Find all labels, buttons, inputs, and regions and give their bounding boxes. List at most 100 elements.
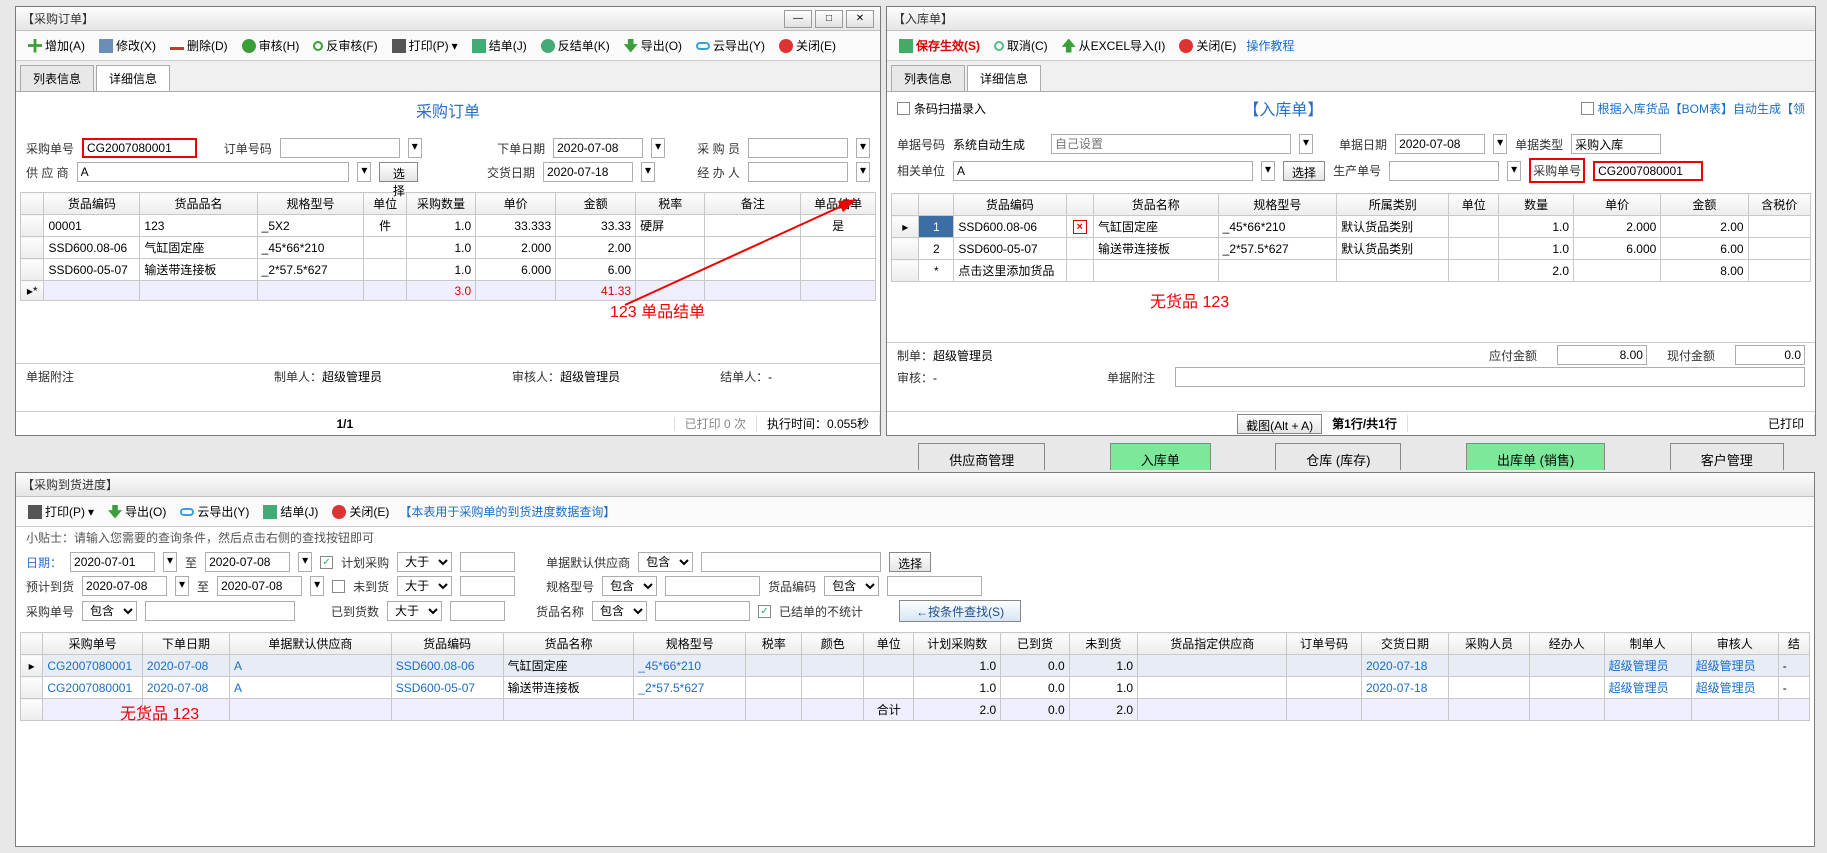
col-qty[interactable]: 数量: [1499, 194, 1574, 216]
doc-type-field[interactable]: [1571, 134, 1661, 154]
table-row[interactable]: ▸1SSD600.08-06×气缸固定座_45*66*210默认货品类别1.02…: [892, 216, 1811, 238]
save-button[interactable]: 保存生效(S): [895, 35, 984, 56]
unarr-op[interactable]: 大于: [397, 576, 452, 596]
search-button[interactable]: ←按条件查找(S): [899, 600, 1021, 622]
calendar-icon[interactable]: ▾: [651, 138, 665, 158]
col-spec[interactable]: 规格型号: [257, 193, 364, 215]
dropdown-icon[interactable]: ▾: [1261, 161, 1275, 181]
col-code[interactable]: 货品编码: [954, 194, 1066, 216]
settled-checkbox[interactable]: [758, 605, 771, 618]
code-value[interactable]: [887, 576, 982, 596]
close-button[interactable]: ✕: [846, 10, 874, 28]
col-name[interactable]: 货品品名: [140, 193, 257, 215]
cancel-button[interactable]: 取消(C): [990, 35, 1052, 56]
nav-customer[interactable]: 客户管理: [1670, 443, 1784, 471]
dropdown-icon[interactable]: ▾: [1507, 161, 1521, 181]
items-table[interactable]: 货品编码 货品名称 规格型号 所属类别 单位 数量 单价 金额 含税价 ▸1SS…: [891, 193, 1811, 282]
name-value[interactable]: [655, 601, 750, 621]
expect-from[interactable]: [82, 576, 167, 596]
unaudit-button[interactable]: 反审核(F): [309, 35, 381, 56]
import-button[interactable]: 从EXCEL导入(I): [1058, 35, 1170, 56]
arr-op[interactable]: 大于: [387, 601, 442, 621]
col-code[interactable]: 货品编码: [44, 193, 140, 215]
nav-outbound[interactable]: 出库单 (销售): [1466, 443, 1605, 471]
add-button[interactable]: 增加(A): [24, 35, 89, 56]
col-amt[interactable]: 金额: [1661, 194, 1748, 216]
name-op[interactable]: 包含: [592, 601, 647, 621]
code-op[interactable]: 包含: [824, 576, 879, 596]
nav-inbound[interactable]: 入库单: [1110, 443, 1211, 471]
select-unit-button[interactable]: 选择: [1283, 161, 1325, 181]
close-toolbar-button[interactable]: 关闭(E): [775, 35, 840, 56]
cloud-export-button[interactable]: 云导出(Y): [176, 501, 253, 522]
print-button[interactable]: 打印(P) ▾: [388, 35, 462, 56]
po-op[interactable]: 包含: [82, 601, 137, 621]
col-amt[interactable]: 金额: [556, 193, 636, 215]
window-title-bar[interactable]: 【采购到货进度】: [16, 473, 1814, 497]
delete-row-icon[interactable]: ×: [1073, 220, 1087, 234]
supplier-field[interactable]: [77, 162, 350, 182]
dropdown-icon[interactable]: ▾: [408, 138, 422, 158]
buyer-field[interactable]: [748, 138, 848, 158]
col-price[interactable]: 单价: [1574, 194, 1661, 216]
col-taxprice[interactable]: 含税价: [1748, 194, 1810, 216]
window-title-bar[interactable]: 【采购订单】 — □ ✕: [16, 7, 880, 31]
dropdown-icon[interactable]: ▾: [856, 162, 870, 182]
calendar-icon[interactable]: ▾: [1493, 134, 1507, 154]
doc-date-field[interactable]: [1395, 134, 1485, 154]
delete-button[interactable]: 删除(D): [166, 35, 232, 56]
rel-unit-field[interactable]: [953, 161, 1253, 181]
plan-value[interactable]: [460, 552, 515, 572]
help-link[interactable]: 操作教程: [1246, 37, 1294, 54]
dropdown-icon[interactable]: ▾: [357, 162, 371, 182]
order-date-field[interactable]: [553, 138, 643, 158]
audit-button[interactable]: 审核(H): [238, 35, 304, 56]
table-row[interactable]: SSD600.08-06气缸固定座_45*66*2101.02.0002.00: [21, 237, 876, 259]
order-no-field[interactable]: [280, 138, 400, 158]
handler-field[interactable]: [748, 162, 848, 182]
bom-link[interactable]: 根据入库货品【BOM表】自动生成【领: [1598, 100, 1805, 117]
select-supplier-button[interactable]: 选择: [379, 162, 418, 182]
cloud-export-button[interactable]: 云导出(Y): [692, 35, 769, 56]
unarr-checkbox[interactable]: [332, 580, 345, 593]
col-cat[interactable]: 所属类别: [1337, 194, 1449, 216]
date-from[interactable]: [70, 552, 155, 572]
plan-checkbox[interactable]: [320, 556, 333, 569]
tab-list[interactable]: 列表信息: [891, 65, 965, 91]
col-price[interactable]: 单价: [476, 193, 556, 215]
export-button[interactable]: 导出(O): [104, 501, 170, 522]
tab-list[interactable]: 列表信息: [20, 65, 94, 91]
unarr-value[interactable]: [460, 576, 515, 596]
col-spec[interactable]: 规格型号: [1218, 194, 1336, 216]
arr-value[interactable]: [450, 601, 505, 621]
settle-button[interactable]: 结单(J): [259, 501, 322, 522]
remark-field[interactable]: [1175, 367, 1805, 387]
capture-button[interactable]: 截图(Alt + A): [1237, 414, 1322, 434]
col-qty[interactable]: 采购数量: [406, 193, 475, 215]
table-row[interactable]: 00001123_5X2件1.033.33333.33硬屏是: [21, 215, 876, 237]
bom-checkbox[interactable]: [1581, 102, 1594, 115]
col-settle[interactable]: 单品结单: [801, 193, 876, 215]
unsettle-button[interactable]: 反结单(K): [537, 35, 614, 56]
col-tax[interactable]: 税率: [636, 193, 705, 215]
maximize-button[interactable]: □: [815, 10, 843, 28]
col-name[interactable]: 货品名称: [1093, 194, 1218, 216]
select-button[interactable]: 选择: [889, 552, 931, 572]
dropdown-icon[interactable]: ▾: [856, 138, 870, 158]
paid-field[interactable]: [1735, 345, 1805, 365]
plan-op[interactable]: 大于: [397, 552, 452, 572]
minimize-button[interactable]: —: [784, 10, 812, 28]
settle-button[interactable]: 结单(J): [468, 35, 531, 56]
spec-op[interactable]: 包含: [602, 576, 657, 596]
edit-button[interactable]: 修改(X): [95, 35, 160, 56]
spec-value[interactable]: [665, 576, 760, 596]
deliver-date-field[interactable]: [543, 162, 633, 182]
expect-to[interactable]: [217, 576, 302, 596]
tab-detail[interactable]: 详细信息: [96, 65, 170, 91]
tab-detail[interactable]: 详细信息: [967, 65, 1041, 91]
calendar-icon[interactable]: ▾: [641, 162, 655, 182]
close-toolbar-button[interactable]: 关闭(E): [328, 501, 393, 522]
po-no-field[interactable]: [1593, 161, 1703, 181]
prod-no-field[interactable]: [1389, 161, 1499, 181]
window-title-bar[interactable]: 【入库单】: [887, 7, 1815, 31]
